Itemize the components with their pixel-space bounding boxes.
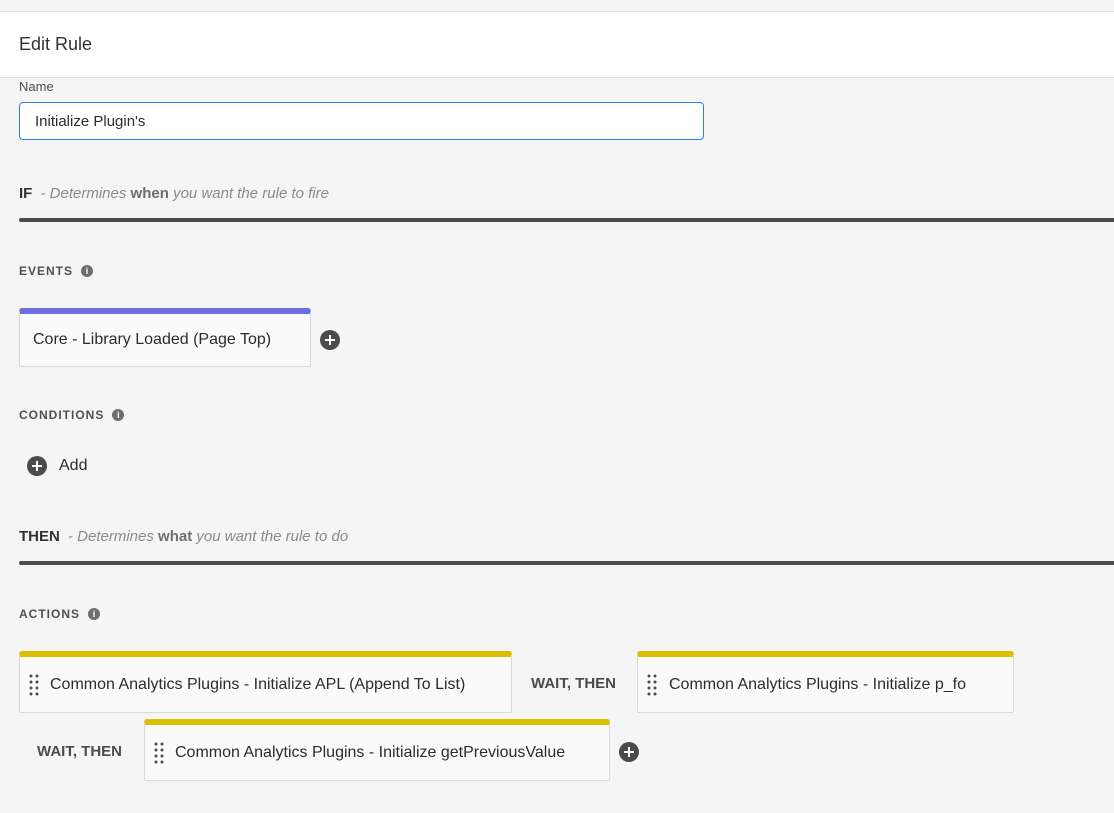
actions-heading: ACTIONS i xyxy=(19,607,100,621)
drag-handle-icon[interactable] xyxy=(647,657,657,712)
conditions-label: CONDITIONS xyxy=(19,408,105,422)
action-card-label: Common Analytics Plugins - Initialize p_… xyxy=(669,675,967,693)
if-section-title: IF - Determines when you want the rule t… xyxy=(19,185,329,202)
then-keyword: THEN xyxy=(19,528,60,545)
if-suffix: you want the rule to fire xyxy=(173,185,329,202)
name-label: Name xyxy=(19,79,54,94)
add-circle-icon xyxy=(320,330,340,350)
page-header: Edit Rule xyxy=(0,12,1114,78)
wait-then-connector: WAIT, THEN xyxy=(37,743,122,760)
add-condition-label: Add xyxy=(59,457,88,474)
add-circle-icon xyxy=(27,456,47,476)
event-card[interactable]: Core - Library Loaded (Page Top) xyxy=(19,308,311,367)
drag-handle-icon[interactable] xyxy=(29,657,39,712)
action-card[interactable]: Common Analytics Plugins - Initialize AP… xyxy=(19,651,512,713)
then-emphasis: what xyxy=(158,528,193,545)
action-card[interactable]: Common Analytics Plugins - Initialize p_… xyxy=(637,651,1014,713)
event-card-label: Core - Library Loaded (Page Top) xyxy=(33,331,272,348)
wait-then-connector: WAIT, THEN xyxy=(531,675,616,692)
conditions-heading: CONDITIONS i xyxy=(19,408,125,422)
page-title: Edit Rule xyxy=(19,34,93,54)
if-prefix: - Determines xyxy=(40,185,127,202)
name-input[interactable] xyxy=(19,102,704,140)
if-divider xyxy=(19,218,1114,222)
info-icon[interactable]: i xyxy=(88,608,100,620)
then-suffix: you want the rule to do xyxy=(196,528,349,545)
top-strip xyxy=(0,0,1114,12)
if-emphasis: when xyxy=(130,185,169,202)
drag-handle-icon[interactable] xyxy=(154,725,164,780)
then-prefix: - Determines xyxy=(68,528,154,545)
add-event-button[interactable] xyxy=(320,330,340,350)
actions-label: ACTIONS xyxy=(19,607,80,621)
then-divider xyxy=(19,561,1114,565)
action-card-label: Common Analytics Plugins - Initialize ge… xyxy=(175,743,566,761)
action-card-label: Common Analytics Plugins - Initialize AP… xyxy=(50,675,466,693)
add-action-button[interactable] xyxy=(619,742,639,762)
events-label: EVENTS xyxy=(19,264,74,278)
add-condition-button[interactable]: Add xyxy=(27,456,87,476)
info-icon[interactable]: i xyxy=(112,409,125,421)
then-section-title: THEN - Determines what you want the rule… xyxy=(19,528,348,545)
add-circle-icon xyxy=(619,742,639,762)
if-keyword: IF xyxy=(19,185,33,202)
events-heading: EVENTS i xyxy=(19,264,94,278)
info-icon[interactable]: i xyxy=(81,265,94,277)
action-card[interactable]: Common Analytics Plugins - Initialize ge… xyxy=(144,719,610,781)
